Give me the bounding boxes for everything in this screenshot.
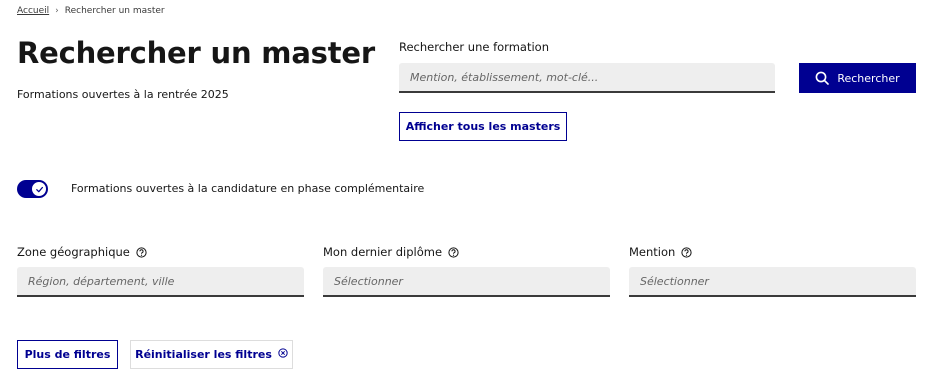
reset-filters-button[interactable]: Réinitialiser les filtres <box>130 340 293 369</box>
breadcrumb-home-link[interactable]: Accueil <box>17 6 49 16</box>
zone-label: Zone géographique <box>17 245 147 259</box>
zone-label-text: Zone géographique <box>17 245 130 259</box>
mention-label: Mention <box>629 245 692 259</box>
show-all-masters-button[interactable]: Afficher tous les masters <box>399 112 567 141</box>
mention-select[interactable] <box>629 267 916 297</box>
check-icon <box>31 181 47 197</box>
search-button[interactable]: Rechercher <box>799 63 916 93</box>
diplome-label-text: Mon dernier diplôme <box>323 245 443 259</box>
candidature-toggle-label: Formations ouvertes à la candidature en … <box>71 182 425 195</box>
diplome-select[interactable] <box>323 267 610 297</box>
question-circle-icon[interactable] <box>136 246 147 258</box>
close-circle-icon <box>278 348 288 361</box>
zone-input[interactable] <box>17 267 304 297</box>
page-title: Rechercher un master <box>17 36 375 70</box>
question-circle-icon[interactable] <box>681 246 692 258</box>
reset-filters-label: Réinitialiser les filtres <box>135 348 272 361</box>
page-subtitle: Formations ouvertes à la rentrée 2025 <box>17 88 229 101</box>
more-filters-button[interactable]: Plus de filtres <box>17 340 118 369</box>
breadcrumb: Accueil › Rechercher un master <box>17 6 165 16</box>
breadcrumb-current: Rechercher un master <box>64 6 165 16</box>
mention-label-text: Mention <box>629 245 676 259</box>
breadcrumb-separator: › <box>55 6 59 16</box>
search-icon <box>815 71 830 85</box>
search-button-label: Rechercher <box>837 71 900 85</box>
search-label: Rechercher une formation <box>399 40 549 54</box>
diplome-label: Mon dernier diplôme <box>323 245 459 259</box>
search-input[interactable] <box>399 63 775 93</box>
question-circle-icon[interactable] <box>448 246 459 258</box>
candidature-toggle[interactable] <box>17 180 48 198</box>
